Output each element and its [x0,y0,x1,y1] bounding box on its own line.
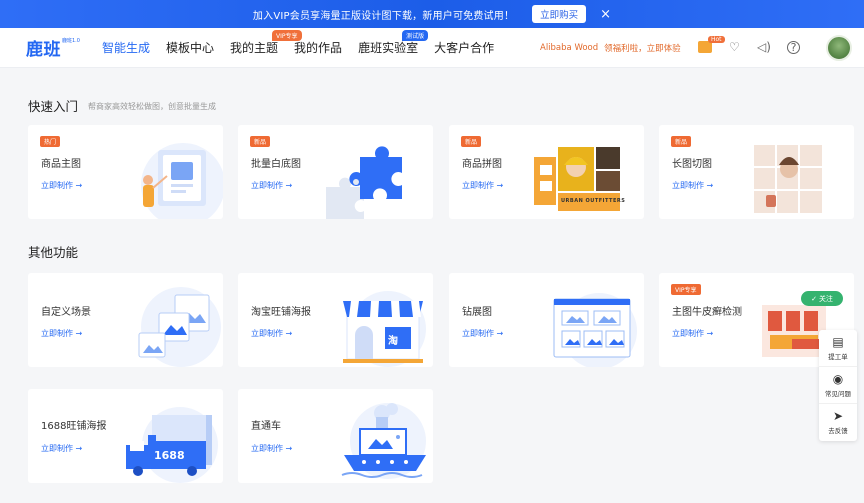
card-taobao-shop-poster[interactable]: 淘宝旺铺海报 立即制作 → 淘 [238,273,433,367]
side-label: 提工单 [828,352,848,361]
product-main-illustration [141,143,223,219]
main-menu: 智能生成 模板中心 我的主题 VIP专享 我的作品 鹿班实验室 测试版 大客户合作 [102,28,510,68]
nav-item-templates[interactable]: 模板中心 [166,28,214,68]
card-product-main[interactable]: 热门 商品主图 立即制作 → [28,125,223,219]
hot-badge: Hot [708,36,725,43]
follow-button[interactable]: ✓ 关注 [801,291,843,306]
nav-item-smart-generate[interactable]: 智能生成 [102,28,150,68]
feedback-button[interactable]: ➤ 去反馈 [819,404,857,441]
card-badge: 新品 [250,136,271,147]
make-now-link[interactable]: 立即制作 → [462,180,503,191]
card-badge: 新品 [671,136,692,147]
make-now-link[interactable]: 立即制作 → [41,443,82,454]
promo-link[interactable]: 领福利啦，立即体验 [604,42,681,54]
collage-illustration [534,147,620,211]
make-now-link[interactable]: 立即制作 → [41,180,82,191]
truck-1688-text: 1688 [154,449,185,462]
card-title: 主图牛皮癣检测 [672,307,742,318]
card-title: 自定义场景 [41,307,91,318]
side-toolbar: ▤ 提工单 ◉ 常见问题 ➤ 去反馈 [819,330,857,441]
make-now-link[interactable]: 立即制作 → [41,328,82,339]
logo[interactable]: 鹿班 鹿班1.0 [26,35,86,60]
make-now-link[interactable]: 立即制作 → [672,180,713,191]
card-custom-scene[interactable]: 自定义场景 立即制作 → [28,273,223,367]
card-batch-white-bg[interactable]: 新品 批量白底图 立即制作 → [238,125,433,219]
card-diamond-booth[interactable]: 钻展图 立即制作 → [449,273,644,367]
card-through-train[interactable]: 直通车 立即制作 → [238,389,433,483]
nav-label: 智能生成 [102,41,151,55]
section-subtitle-quick: 帮商家高效轻松做图，创意批量生成 [88,102,216,111]
nav-label: 模板中心 [166,41,215,55]
plane-icon: ➤ [832,409,844,423]
nav-item-lab[interactable]: 鹿班实验室 测试版 [358,28,429,68]
section-title-other: 其他功能 [28,245,79,260]
card-title: 长图切图 [672,159,712,170]
card-title: 直通车 [251,421,281,432]
promo-text: 加入VIP会员享海量正版设计图下载，新用户可免费试用！ [252,10,515,22]
side-label: 常见问题 [825,389,851,398]
close-icon[interactable]: × [600,8,611,21]
card-title: 批量白底图 [251,159,301,170]
nav-label: 我的作品 [294,41,343,55]
logo-text: 鹿班 [26,40,61,60]
make-now-link[interactable]: 立即制作 → [462,328,503,339]
volume-icon[interactable]: ◁) [757,40,771,54]
make-now-link[interactable]: 立即制作 → [251,443,292,454]
nav-label: 鹿班实验室 [358,41,419,55]
booth-illustration [553,293,637,367]
custom-scene-illustration [138,287,221,367]
logo-version: 鹿班1.0 [62,38,80,44]
help-icon[interactable]: ? [787,41,800,54]
promo-banner: 加入VIP会员享海量正版设计图下载，新用户可免费试用！ 立即购买 × [0,0,864,28]
nav-item-enterprise[interactable]: 大客户合作 [434,28,494,68]
nav-item-my-themes[interactable]: 我的主题 VIP专享 [230,28,302,68]
heart-icon[interactable]: ♡ [729,40,740,54]
buy-now-button[interactable]: 立即购买 [532,5,587,23]
top-nav: 鹿班 鹿班1.0 智能生成 模板中心 我的主题 VIP专享 我的作品 鹿班实验室测… [0,28,864,68]
side-label: 去反馈 [828,427,848,435]
card-badge: 新品 [461,136,482,147]
card-title: 1688旺铺海报 [41,421,107,432]
avatar[interactable] [826,35,852,61]
card-long-image-cut[interactable]: 新品 长图切图 立即制作 → [659,125,854,219]
submit-ticket-button[interactable]: ▤ 提工单 [819,330,857,367]
card-badge: 热门 [40,136,61,147]
follow-label: 关注 [818,294,833,303]
card-title: 淘宝旺铺海报 [251,307,311,318]
beta-tag: 测试版 [402,29,429,41]
alibaba-wood-link[interactable]: Alibaba Wood [540,43,598,53]
urban-outfitters-text: URBAN OUTFITTERS [561,198,626,204]
section-title-quick: 快速入门 [28,99,79,114]
truck-illustration [126,407,218,483]
puzzle-illustration [326,146,402,219]
ship-illustration [341,403,426,479]
card-1688-shop-poster[interactable]: 1688旺铺海报 立即制作 → 1688 [28,389,223,483]
follow-icon: ✓ [811,294,817,303]
shop-illustration [343,291,426,367]
card-title: 钻展图 [462,307,492,318]
nav-label: 我的主题 [230,41,279,55]
card-title: 商品拼图 [462,159,502,170]
make-now-link[interactable]: 立即制作 → [672,328,713,339]
card-product-collage[interactable]: 新品 商品拼图 立即制作 → URBAN OUTFITTERS [449,125,644,219]
make-now-link[interactable]: 立即制作 → [251,328,292,339]
nav-right: Alibaba Wood 领福利啦，立即体验 [540,28,681,68]
clipboard-icon: ▤ [832,334,844,349]
make-now-link[interactable]: 立即制作 → [251,180,292,191]
card-badge: VIP专享 [671,284,701,295]
question-icon: ◉ [832,371,844,386]
nav-label: 大客户合作 [434,41,495,55]
faq-button[interactable]: ◉ 常见问题 [819,367,857,404]
card-title: 商品主图 [41,159,81,170]
nav-item-my-works[interactable]: 我的作品 [294,28,342,68]
cut-illustration [754,145,822,213]
taobao-glyph: 淘 [388,336,398,347]
